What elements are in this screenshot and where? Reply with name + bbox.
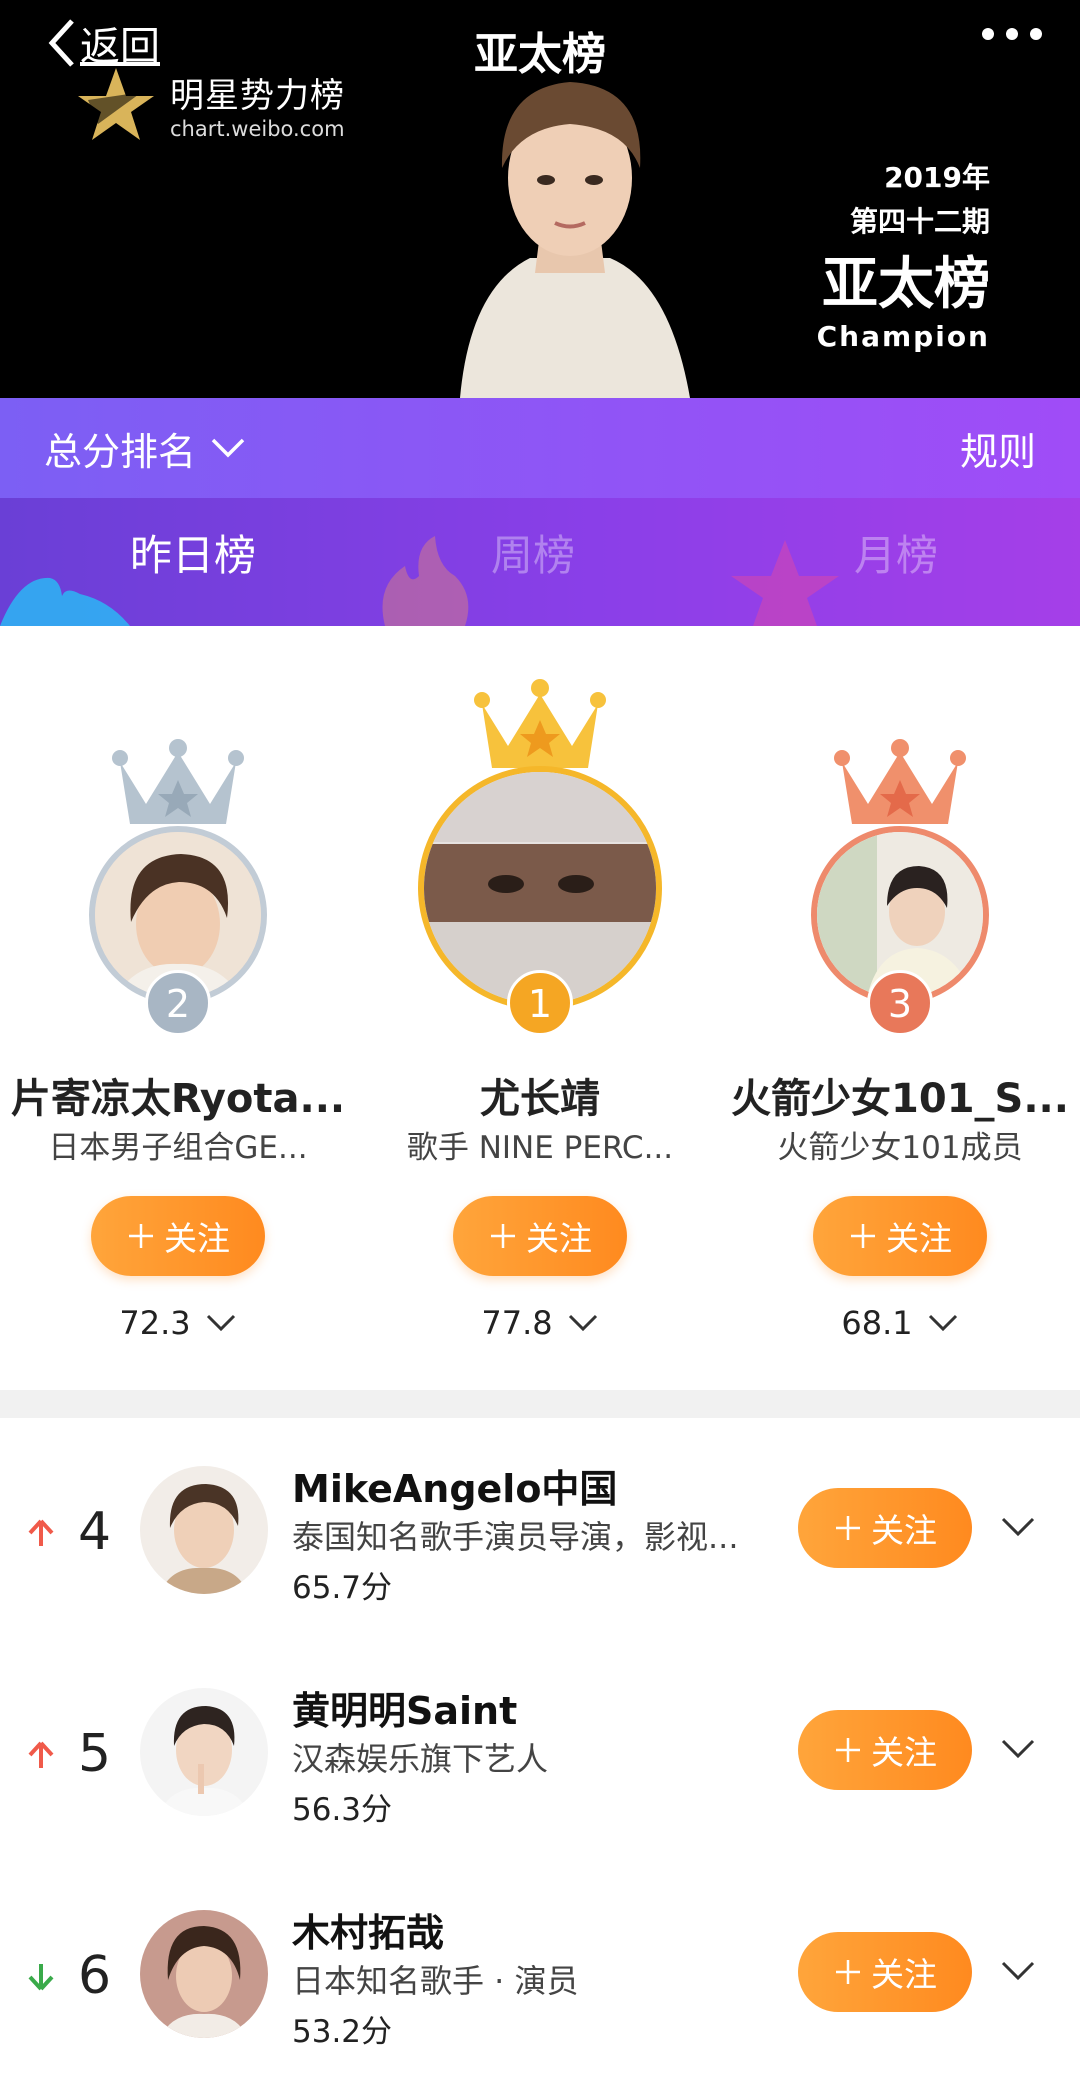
stamp-year: 2019年 <box>884 161 990 194</box>
issue-stamp: 2019年 第四十二期 亚太榜 Champion <box>817 156 990 353</box>
silver-crown-icon <box>112 739 244 824</box>
rules-link[interactable]: 规则 <box>960 421 1036 476</box>
star-logo-icon <box>78 68 154 140</box>
trend-down-icon <box>28 1964 54 1991</box>
follow-button[interactable]: 关注 <box>91 1196 265 1276</box>
follow-button[interactable]: 关注 <box>453 1196 627 1276</box>
plus-icon <box>851 1224 875 1248</box>
gold-crown-icon <box>474 679 606 768</box>
score-value: 72.3 <box>119 1304 191 1342</box>
sort-dropdown[interactable]: 总分排名 <box>44 421 246 476</box>
follow-button[interactable]: 关注 <box>798 1932 972 2012</box>
star-description: 汉森娱乐旗下艺人 <box>292 1740 549 1778</box>
follow-button[interactable]: 关注 <box>798 1488 972 1568</box>
chevron-down-icon[interactable] <box>1000 1738 1036 1760</box>
podium-item-rank-3[interactable]: 3 火箭少女101_S... 火箭少女101成员 关注 68.1 <box>730 626 1070 1386</box>
trend-up-icon <box>28 1741 54 1768</box>
score-value: 68.1 <box>841 1304 913 1342</box>
chart-logo: 明星势力榜 chart.weibo.com <box>76 66 345 142</box>
flame-decoration-icon <box>382 536 469 626</box>
score-value: 65.7分 <box>292 1570 393 1606</box>
follow-label: 关注 <box>526 1219 592 1258</box>
tab-week[interactable]: 周榜 <box>491 522 575 583</box>
score-value: 77.8 <box>481 1304 553 1342</box>
chevron-down-icon <box>206 1314 235 1332</box>
trend-up-icon <box>28 1519 54 1546</box>
chevron-down-icon <box>928 1314 957 1332</box>
champion-portrait <box>460 82 690 398</box>
rank-number: 6 <box>78 1946 112 2006</box>
tab-yesterday[interactable]: 昨日榜 <box>130 522 256 583</box>
avatar[interactable] <box>140 1910 268 2038</box>
plus-icon <box>129 1224 153 1248</box>
podium-item-rank-2[interactable]: 2 片寄凉太Ryota... 日本男子组合GE... 关注 72.3 <box>8 626 348 1386</box>
follow-label: 关注 <box>886 1219 952 1258</box>
star-decoration-icon <box>731 540 839 626</box>
score-toggle[interactable]: 72.3 <box>8 1304 348 1342</box>
plus-icon <box>836 1960 860 1984</box>
star-description: 泰国知名歌手演员导演，影视... <box>292 1518 739 1556</box>
rank-badge: 3 <box>867 970 933 1036</box>
chevron-down-icon[interactable] <box>1000 1960 1036 1982</box>
stamp-issue: 第四十二期 <box>849 205 990 238</box>
tab-month[interactable]: 月榜 <box>854 522 938 583</box>
bronze-crown-icon <box>834 739 966 824</box>
podium-item-rank-1[interactable]: 1 尤长靖 歌手 NINE PERC... 关注 77.8 <box>370 626 710 1386</box>
filter-bar: 总分排名 规则 <box>0 398 1080 498</box>
wave-decoration-icon <box>0 577 130 626</box>
sort-label: 总分排名 <box>44 429 197 474</box>
rank-number: 5 <box>78 1724 112 1784</box>
list-item[interactable]: 4 MikeAngelo中国 泰国知名歌手演员导演，影视... 65.7分 关注 <box>0 1418 1080 1638</box>
logo-title: 明星势力榜 <box>170 75 345 116</box>
star-name[interactable]: 片寄凉太Ryota... <box>8 1066 348 1124</box>
list-item[interactable]: 6 木村拓哉 日本知名歌手 · 演员 53.2分 关注 <box>0 1862 1080 2082</box>
score-toggle[interactable]: 68.1 <box>730 1304 1070 1342</box>
star-name[interactable]: 木村拓哉 <box>292 1902 444 1957</box>
plus-icon <box>836 1516 860 1540</box>
follow-button[interactable]: 关注 <box>798 1710 972 1790</box>
star-description: 日本男子组合GE... <box>48 1130 308 1166</box>
avatar[interactable] <box>140 1688 268 1816</box>
more-icon[interactable] <box>982 28 1042 40</box>
chevron-down-icon <box>568 1314 597 1332</box>
score-value: 56.3分 <box>292 1792 393 1828</box>
chevron-down-icon[interactable] <box>1000 1516 1036 1538</box>
period-tabs: 昨日榜 周榜 月榜 <box>0 498 1080 626</box>
stamp-title: 亚太榜 <box>822 252 990 317</box>
star-name[interactable]: MikeAngelo中国 <box>292 1458 617 1513</box>
follow-button[interactable]: 关注 <box>813 1196 987 1276</box>
rank-number: 4 <box>78 1502 112 1562</box>
star-name[interactable]: 黄明明Saint <box>292 1680 517 1735</box>
avatar[interactable] <box>140 1466 268 1594</box>
score-toggle[interactable]: 77.8 <box>370 1304 710 1342</box>
star-description: 火箭少女101成员 <box>777 1130 1023 1166</box>
follow-label: 关注 <box>164 1219 230 1258</box>
star-name[interactable]: 火箭少女101_S... <box>730 1066 1070 1124</box>
plus-icon <box>836 1738 860 1762</box>
chevron-down-icon <box>211 438 245 458</box>
follow-label: 关注 <box>871 1955 937 1994</box>
plus-icon <box>491 1224 515 1248</box>
score-value: 53.2分 <box>292 2014 393 2050</box>
top-three-podium: 2 片寄凉太Ryota... 日本男子组合GE... 关注 72.3 1 尤长靖… <box>0 626 1080 1388</box>
star-description: 歌手 NINE PERC... <box>406 1130 674 1166</box>
star-description: 日本知名歌手 · 演员 <box>292 1962 579 2000</box>
follow-label: 关注 <box>871 1511 937 1550</box>
logo-url: chart.weibo.com <box>170 116 345 141</box>
rank-badge: 1 <box>507 970 573 1036</box>
list-item[interactable]: 5 黄明明Saint 汉森娱乐旗下艺人 56.3分 关注 <box>0 1640 1080 1860</box>
section-divider <box>0 1390 1080 1418</box>
follow-label: 关注 <box>871 1733 937 1772</box>
star-name[interactable]: 尤长靖 <box>370 1066 710 1124</box>
stamp-subtitle: Champion <box>816 320 990 353</box>
rank-badge: 2 <box>145 970 211 1036</box>
hero-banner: 返回 亚太榜 明星势力榜 chart.weibo.com 2019年 第四十二期… <box>0 0 1080 398</box>
